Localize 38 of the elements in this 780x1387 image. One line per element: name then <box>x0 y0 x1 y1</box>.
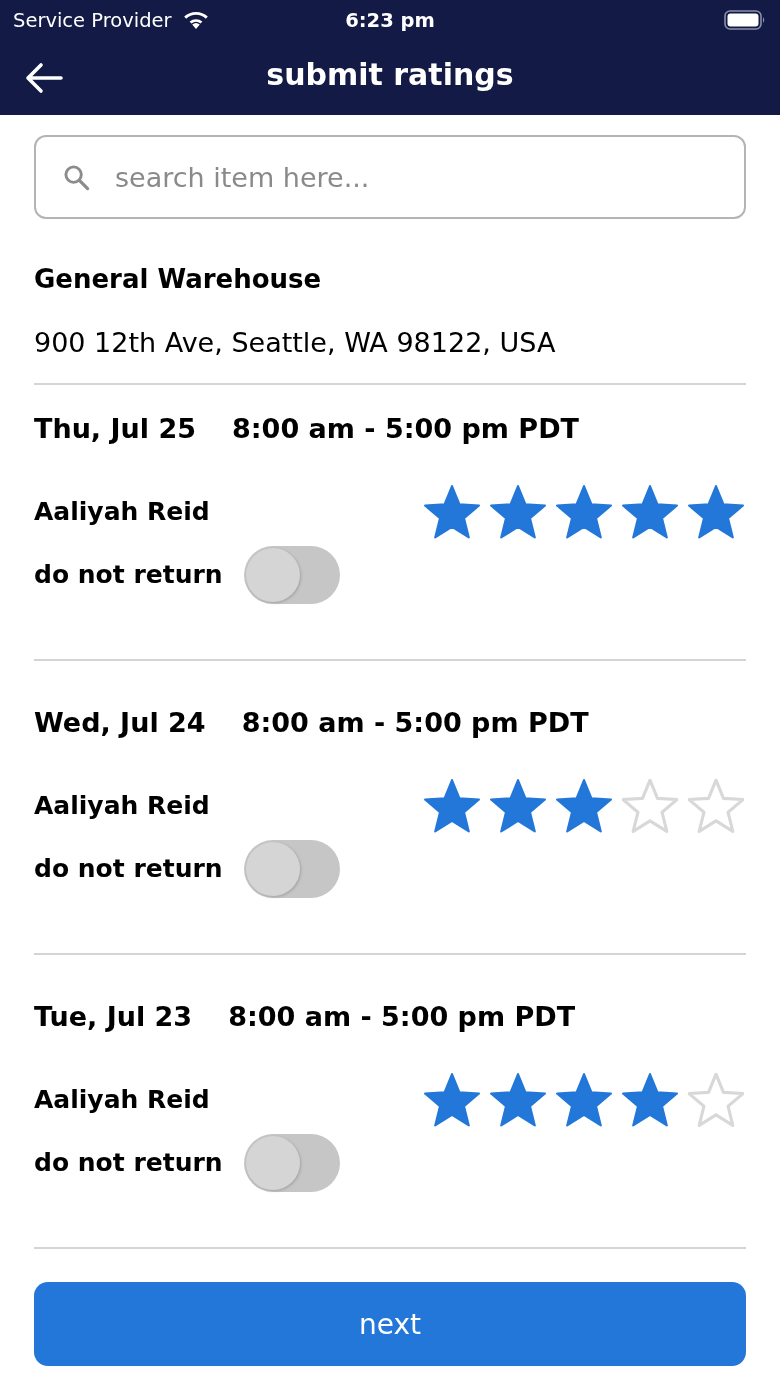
toggle-label: do not return <box>34 1147 223 1179</box>
wifi-icon <box>181 10 210 30</box>
toggle-label: do not return <box>34 559 223 591</box>
search-icon <box>63 164 90 191</box>
location-address: 900 12th Ave, Seattle, WA 98122, USA <box>34 326 557 360</box>
star-icon[interactable] <box>556 779 612 833</box>
star-icon[interactable] <box>622 1073 678 1127</box>
shift-date: Thu, Jul 25 <box>34 412 196 446</box>
worker-name: Aaliyah Reid <box>34 496 210 528</box>
star-icon[interactable] <box>490 779 546 833</box>
shift-time: 8:00 am - 5:00 pm PDT <box>241 706 589 740</box>
star-rating[interactable] <box>424 779 744 833</box>
worker-name: Aaliyah Reid <box>34 1084 210 1116</box>
star-icon[interactable] <box>556 1073 612 1127</box>
star-icon[interactable] <box>622 485 678 539</box>
star-icon[interactable] <box>688 485 744 539</box>
carrier-name: Service Provider <box>13 8 172 32</box>
toggle-label: do not return <box>34 853 223 885</box>
battery-icon <box>724 10 766 30</box>
shift-time: 8:00 am - 5:00 pm PDT <box>228 1000 576 1034</box>
location-name: General Warehouse <box>34 263 323 296</box>
shift-date: Tue, Jul 23 <box>34 1000 193 1034</box>
search-field[interactable]: search item here... <box>34 135 746 219</box>
clock-time: 6:23 pm <box>345 8 435 32</box>
screen-title: submit ratings <box>266 57 514 92</box>
worker-name: Aaliyah Reid <box>34 790 210 822</box>
shift-date: Wed, Jul 24 <box>34 706 206 740</box>
star-icon[interactable] <box>556 485 612 539</box>
star-icon[interactable] <box>490 485 546 539</box>
shift-time: 8:00 am - 5:00 pm PDT <box>232 412 579 446</box>
star-icon[interactable] <box>424 1073 480 1127</box>
star-rating[interactable] <box>424 1073 744 1127</box>
star-icon[interactable] <box>424 779 480 833</box>
star-icon[interactable] <box>490 1073 546 1127</box>
star-icon[interactable] <box>424 485 480 539</box>
back-arrow-icon[interactable] <box>24 61 64 94</box>
star-rating[interactable] <box>424 485 744 539</box>
next-button[interactable]: next <box>34 1282 746 1366</box>
